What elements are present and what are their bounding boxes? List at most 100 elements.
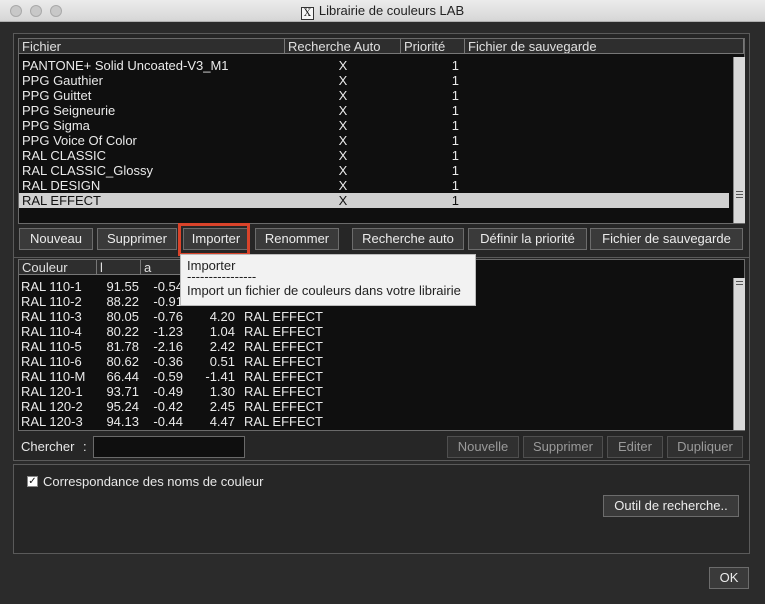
library-row[interactable]: RAL DESIGN X 1 [19, 178, 729, 193]
rename-button[interactable]: Renommer [255, 228, 339, 250]
color-a-cell: -0.49 [153, 384, 183, 399]
scroll-grip-line [736, 284, 743, 285]
color-name-cell: RAL 110-3 [21, 309, 82, 324]
color-b-cell: 1.04 [209, 324, 235, 339]
check-icon: ✓ [28, 476, 37, 487]
color-scrollbar[interactable] [733, 278, 745, 430]
library-priority-cell: 1 [451, 73, 459, 88]
col-header-file[interactable]: Fichier [19, 39, 285, 54]
x11-icon: X [300, 7, 314, 20]
color-b-cell: 1.30 [209, 384, 235, 399]
library-priority-cell: 1 [451, 88, 459, 103]
library-file-cell: RAL CLASSIC [22, 148, 107, 163]
color-b-cell: 2.45 [209, 399, 235, 414]
scroll-grip-line [736, 194, 743, 195]
library-row[interactable]: PPG Voice Of Color X 1 [19, 133, 729, 148]
scroll-grip-icon[interactable] [736, 281, 743, 282]
color-name-cell: RAL 110-M [21, 369, 86, 384]
ok-button[interactable]: OK [709, 567, 749, 589]
col-header-backup-file[interactable]: Fichier de sauvegarde [465, 39, 744, 54]
search-tool-button[interactable]: Outil de recherche.. [603, 495, 739, 517]
color-l-cell: 88.22 [106, 294, 139, 309]
col-header-auto-search[interactable]: Recherche Auto [285, 39, 401, 54]
color-l-cell: 91.55 [106, 279, 139, 294]
library-file-cell: PPG Guittet [22, 88, 92, 103]
delete-library-button[interactable]: Supprimer [97, 228, 177, 250]
color-name-cell: RAL 120-1 [21, 384, 83, 399]
library-backup-cell [468, 133, 728, 148]
color-a-cell: -2.16 [153, 339, 183, 354]
window-title-wrap: X Librairie de couleurs LAB [0, 3, 765, 20]
color-row[interactable]: RAL 120-3 94.13 -0.44 4.47 RAL EFFECT [19, 414, 729, 429]
color-a-cell: -0.54 [153, 279, 183, 294]
color-a-cell: -0.76 [153, 309, 183, 324]
library-priority-cell: 1 [451, 178, 459, 193]
color-a-cell: -0.44 [153, 414, 183, 429]
library-row[interactable]: RAL CLASSIC_Glossy X 1 [19, 163, 729, 178]
library-file-cell: PANTONE+ Solid Uncoated-V3_M1 [22, 58, 229, 73]
color-library-cell: RAL EFFECT [244, 414, 323, 429]
library-file-cell: RAL CLASSIC_Glossy [22, 163, 154, 178]
duplicate-color-button[interactable]: Dupliquer [667, 436, 743, 458]
library-priority-cell: 1 [451, 118, 459, 133]
library-row[interactable]: PPG Gauthier X 1 [19, 73, 729, 88]
color-row[interactable]: RAL 110-4 80.22 -1.23 1.04 RAL EFFECT [19, 324, 729, 339]
match-names-label[interactable]: Correspondance des noms de couleur [43, 474, 263, 489]
library-row[interactable]: RAL CLASSIC X 1 [19, 148, 729, 163]
library-file-cell: PPG Seigneurie [22, 103, 116, 118]
col-header-priority[interactable]: Priorité [401, 39, 465, 54]
library-row[interactable]: PPG Guittet X 1 [19, 88, 729, 103]
library-backup-cell [468, 58, 728, 73]
color-row[interactable]: RAL 120-2 95.24 -0.42 2.45 RAL EFFECT [19, 399, 729, 414]
library-row[interactable]: PPG Seigneurie X 1 [19, 103, 729, 118]
color-b-cell: 0.51 [209, 354, 235, 369]
color-library-cell: RAL EFFECT [244, 324, 323, 339]
color-row[interactable]: RAL 110-M 66.44 -0.59 -1.41 RAL EFFECT [19, 369, 729, 384]
library-file-cell: RAL DESIGN [22, 178, 101, 193]
search-input[interactable] [93, 436, 245, 458]
library-priority-cell: 1 [451, 133, 459, 148]
library-backup-cell [468, 178, 728, 193]
backup-file-button[interactable]: Fichier de sauvegarde [590, 228, 743, 250]
tooltip-separator: ---------------- [187, 269, 257, 284]
library-file-cell: PPG Voice Of Color [22, 133, 137, 148]
color-l-cell: 66.44 [106, 369, 139, 384]
color-row[interactable]: RAL 110-3 80.05 -0.76 4.20 RAL EFFECT [19, 309, 729, 324]
color-library-cell: RAL EFFECT [244, 354, 323, 369]
col-header-color[interactable]: Couleur [19, 260, 97, 275]
library-backup-cell [468, 73, 728, 88]
library-list: Fichier Recherche Auto Priorité Fichier … [18, 38, 745, 224]
library-auto-cell: X [338, 118, 348, 133]
color-l-cell: 95.24 [106, 399, 139, 414]
set-priority-button[interactable]: Définir la priorité [468, 228, 587, 250]
library-backup-cell [468, 118, 728, 133]
color-l-cell: 81.78 [106, 339, 139, 354]
library-row[interactable]: PANTONE+ Solid Uncoated-V3_M1 X 1 [19, 58, 729, 73]
edit-color-button[interactable]: Editer [607, 436, 663, 458]
color-row[interactable]: RAL 110-6 80.62 -0.36 0.51 RAL EFFECT [19, 354, 729, 369]
color-a-cell: -0.42 [153, 399, 183, 414]
library-scrollbar[interactable] [733, 57, 745, 223]
tooltip-description: Import un fichier de couleurs dans votre… [187, 283, 461, 298]
library-row[interactable]: RAL EFFECT X 1 [19, 193, 729, 208]
col-header-l[interactable]: l [97, 260, 141, 275]
scroll-grip-icon[interactable] [736, 191, 743, 192]
library-auto-cell: X [338, 193, 348, 208]
library-row[interactable]: PPG Sigma X 1 [19, 118, 729, 133]
auto-search-button[interactable]: Recherche auto [352, 228, 464, 250]
color-name-cell: RAL 110-1 [21, 279, 82, 294]
color-row[interactable]: RAL 110-5 81.78 -2.16 2.42 RAL EFFECT [19, 339, 729, 354]
new-library-button[interactable]: Nouveau [19, 228, 93, 250]
delete-color-button[interactable]: Supprimer [523, 436, 603, 458]
color-name-cell: RAL 110-4 [21, 324, 82, 339]
new-color-button[interactable]: Nouvelle [447, 436, 519, 458]
library-priority-cell: 1 [451, 163, 459, 178]
color-row[interactable]: RAL 120-1 93.71 -0.49 1.30 RAL EFFECT [19, 384, 729, 399]
scroll-grip-line [736, 197, 743, 198]
color-library-cell: RAL EFFECT [244, 369, 323, 384]
library-auto-cell: X [338, 103, 348, 118]
match-names-checkbox[interactable]: ✓ [27, 476, 38, 487]
library-auto-cell: X [338, 73, 348, 88]
color-b-cell: 4.20 [209, 309, 235, 324]
library-backup-cell [468, 148, 728, 163]
